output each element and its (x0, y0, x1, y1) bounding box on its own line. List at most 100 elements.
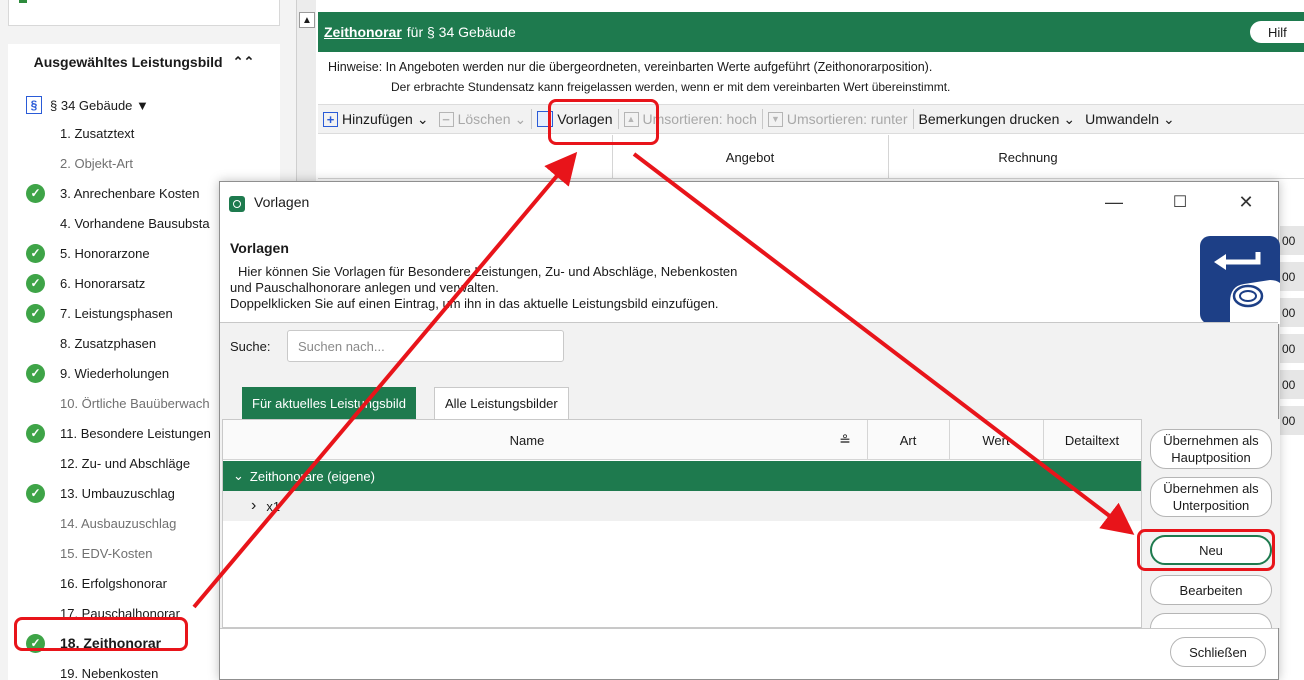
sidebar-top-box (8, 0, 280, 26)
check-icon: ✓ (26, 183, 45, 203)
templates-label: Vorlagen (557, 111, 613, 127)
close-icon[interactable]: ✕ (1234, 190, 1258, 214)
sidebar-item-label: 15. EDV-Kosten (60, 545, 153, 561)
sort-up-button[interactable]: ▲ Umsortieren: hoch (619, 104, 762, 134)
row-name: x1 (266, 498, 281, 514)
plus-icon: + (323, 111, 338, 127)
main-title-rest: für § 34 Gebäude (406, 24, 516, 40)
take-as-main-position-button[interactable]: Übernehmen als Hauptposition (1150, 429, 1272, 469)
add-label: Hinzufügen (342, 111, 413, 127)
chevron-down-icon: ⌄ (1063, 110, 1076, 127)
dialog-titlebar[interactable]: Vorlagen — ☐ ✕ (220, 182, 1278, 224)
sidebar-item-label: 16. Erfolgshonorar (60, 575, 167, 591)
new-button[interactable]: Neu (1150, 535, 1272, 565)
main-toolbar: + Hinzufügen ⌄ − Löschen ⌄ Vorlagen ▲ Um… (318, 104, 1304, 134)
column-angebot[interactable]: Angebot (612, 135, 888, 179)
minimize-icon[interactable]: — (1102, 190, 1126, 214)
sidebar-item-label: 12. Zu- und Abschläge (60, 455, 191, 471)
sidebar-item-label: 4. Vorhandene Bausubsta (60, 215, 210, 231)
sidebar-item-label: 13. Umbauzuschlag (60, 485, 175, 501)
dialog-header: Vorlagen Hier können Sie Vorlagen für Be… (220, 224, 1278, 322)
delete-label: Löschen (457, 111, 511, 127)
help-button[interactable]: Hilf (1250, 21, 1304, 43)
tab-all-leistungsbilder[interactable]: Alle Leistungsbilder (434, 387, 569, 419)
dialog-desc-line-1: Hier können Sie Vorlagen für Besondere L… (238, 264, 738, 279)
grid-col-detailtext[interactable]: Detailtext (1043, 420, 1141, 460)
delete-button[interactable]: − Löschen ⌄ (434, 104, 532, 134)
tab-current-leistungsbild[interactable]: Für aktuelles Leistungsbild (242, 387, 416, 420)
sidebar-item-label: 3. Anrechenbare Kosten (60, 185, 200, 201)
partial-value-cell: 00 (1280, 334, 1304, 364)
dialog-heading: Vorlagen (230, 240, 289, 256)
sidebar-item-label: 5. Honorarzone (60, 245, 150, 261)
sidebar-item-label: 19. Nebenkosten (60, 665, 159, 680)
scroll-up-button[interactable]: ▲ (299, 12, 315, 28)
print-remarks-button[interactable]: Bemerkungen drucken ⌄ (914, 104, 1081, 134)
convert-button[interactable]: Umwandeln ⌄ (1080, 104, 1180, 134)
row-name: Zeithonorare (eigene) (249, 468, 375, 484)
templates-button[interactable]: Vorlagen (532, 104, 617, 134)
minus-icon: − (438, 111, 454, 127)
partial-value-cell: 00 (1280, 226, 1304, 256)
dialog-body: Suche: Für aktuelles Leistungsbild Alle … (220, 323, 1280, 628)
sort-icon[interactable]: ≗ (835, 420, 855, 460)
check-icon: ✓ (26, 303, 45, 323)
chevron-down-icon: ⌄ (416, 110, 429, 127)
sidebar-item-label: 1. Zusatztext (60, 125, 135, 141)
take-as-sub-position-button[interactable]: Übernehmen als Unterposition (1150, 477, 1272, 517)
partial-value-cell: 00 (1280, 406, 1304, 436)
sort-up-label: Umsortieren: hoch (642, 111, 757, 127)
check-icon: ✓ (26, 633, 45, 653)
chevron-down-icon: ⌄ (514, 110, 527, 127)
vorlagen-dialog: Vorlagen — ☐ ✕ Vorlagen Hier können Sie … (219, 181, 1280, 680)
search-label: Suche: (230, 339, 271, 354)
chevron-up-icon[interactable]: ⌃⌃ (233, 54, 255, 70)
sort-down-label: Umsortieren: runter (786, 111, 908, 127)
sort-down-button[interactable]: ▼ Umsortieren: runter (763, 104, 913, 134)
hint-line-2: Der erbrachte Stundensatz kann freigelas… (391, 80, 951, 94)
partial-value-cell: 00 (1280, 370, 1304, 400)
tree-root-34-gebaeude[interactable]: § § 34 Gebäude ▼ (26, 96, 149, 114)
sidebar-item-label: 7. Leistungsphasen (60, 305, 173, 321)
expand-icon[interactable]: › (251, 497, 256, 515)
sidebar-item-label: 9. Wiederholungen (60, 365, 170, 381)
arrow-down-icon: ▼ (767, 111, 783, 127)
sidebar-item-label: 8. Zusatzphasen (60, 335, 157, 351)
sidebar-item-label: 17. Pauschalhonorar (60, 605, 180, 621)
dialog-desc-line-3: Doppelklicken Sie auf einen Eintrag, um … (230, 296, 719, 311)
column-header: Angebot Rechnung (318, 135, 1304, 179)
partially-hidden-button[interactable] (1150, 613, 1272, 628)
main-title-bar: Zeithonorar für § 34 Gebäude Hilf (318, 12, 1304, 52)
table-row[interactable]: › x1 (223, 491, 1141, 521)
table-row[interactable]: ⌄ Zeithonorare (eigene) (223, 461, 1141, 491)
sidebar-item-label: 2. Objekt-Art (60, 155, 133, 171)
dialog-window-title: Vorlagen (254, 194, 310, 210)
sidebar-header[interactable]: Ausgewähltes Leistungsbild ⌃⌃ (8, 44, 280, 80)
check-icon: ✓ (26, 273, 45, 293)
check-icon: ✓ (26, 483, 45, 503)
zeithonorar-link[interactable]: Zeithonorar (324, 24, 402, 40)
maximize-icon[interactable]: ☐ (1168, 190, 1192, 214)
grid-header: Name ≗ Art Wert Detailtext (223, 420, 1141, 460)
search-input[interactable] (287, 330, 564, 362)
sidebar-item-label: 6. Honorarsatz (60, 275, 146, 291)
grid-col-name[interactable]: Name (223, 420, 831, 460)
chevron-down-icon: ⌄ (1163, 110, 1175, 127)
collapse-icon[interactable]: ⌄ (233, 468, 244, 484)
sidebar-item-label: 11. Besondere Leistungen (60, 425, 211, 441)
edit-button[interactable]: Bearbeiten (1150, 575, 1272, 605)
dialog-side-buttons: Übernehmen als Hauptposition Übernehmen … (1142, 419, 1280, 628)
arrow-up-icon: ▲ (623, 111, 639, 127)
templates-grid: Name ≗ Art Wert Detailtext ⌄ Zeithonorar… (222, 419, 1142, 628)
add-button[interactable]: + Hinzufügen ⌄ (318, 104, 434, 134)
templates-icon (537, 111, 554, 127)
grid-col-art[interactable]: Art (867, 420, 949, 460)
grid-col-wert[interactable]: Wert (949, 420, 1043, 460)
tree-root-label: § 34 Gebäude ▼ (50, 97, 149, 113)
check-icon: ✓ (26, 423, 45, 443)
app-icon (229, 196, 245, 212)
close-button[interactable]: Schließen (1170, 637, 1266, 667)
paragraph-icon: § (26, 96, 42, 114)
convert-label: Umwandeln (1085, 111, 1160, 127)
column-rechnung[interactable]: Rechnung (888, 135, 1168, 179)
